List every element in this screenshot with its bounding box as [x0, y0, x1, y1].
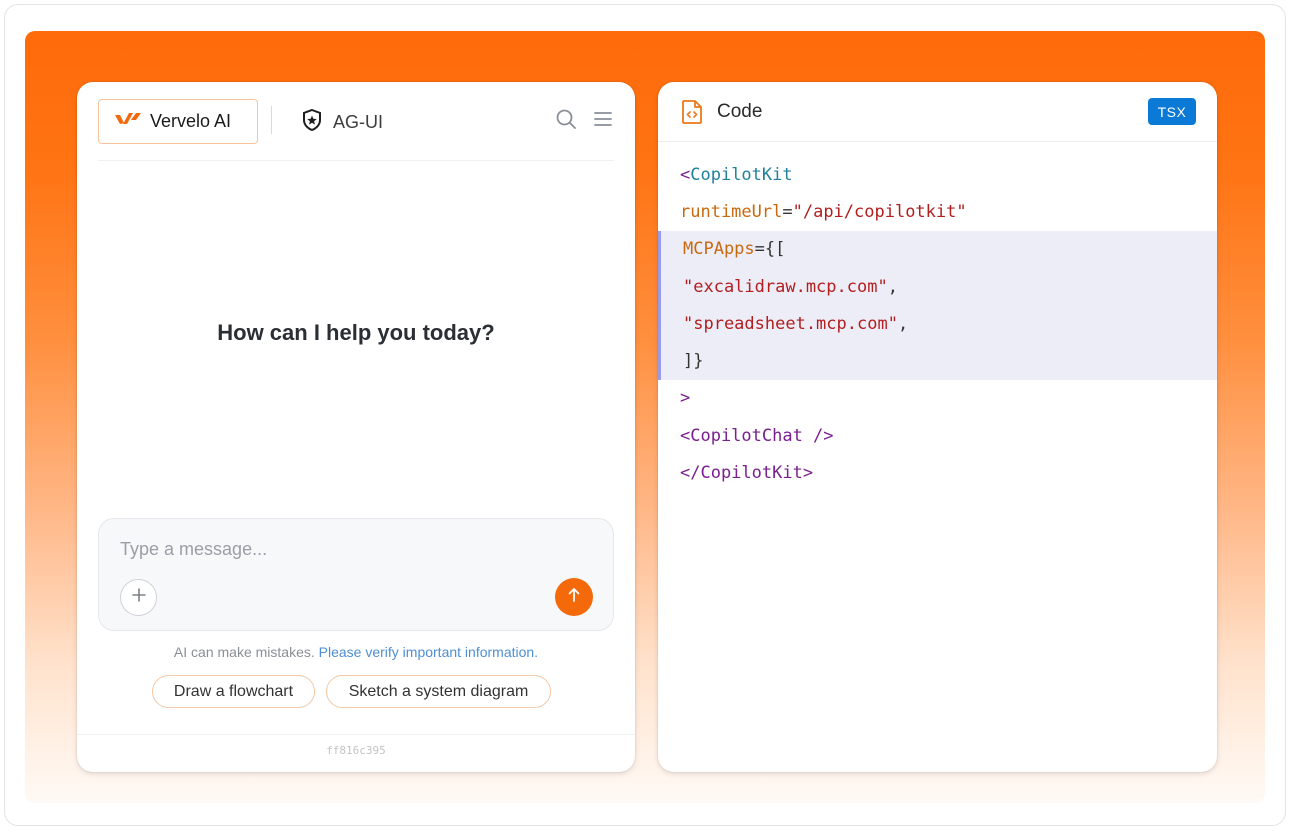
code-line: runtimeUrl = "/api/copilotkit" — [658, 193, 1217, 230]
code-line-highlighted: "excalidraw.mcp.com", — [658, 267, 1217, 306]
code-line: </CopilotKit> — [658, 454, 1217, 491]
plus-icon — [131, 587, 147, 608]
vervelo-logo-icon — [114, 111, 142, 132]
brand-label: Vervelo AI — [150, 111, 232, 131]
suggestion-draw-flowchart[interactable]: Draw a flowchart — [152, 675, 315, 708]
disclaimer-text: AI can make mistakes. — [173, 644, 315, 660]
header-divider — [271, 106, 272, 134]
code-line: <CopilotChat /> — [658, 417, 1217, 454]
disclaimer: AI can make mistakes. Please verify impo… — [77, 644, 635, 660]
attach-button[interactable] — [120, 579, 157, 616]
code-token: > — [680, 388, 691, 409]
brand-agui[interactable]: AG-UI — [301, 108, 383, 137]
code-token: , — [897, 313, 909, 334]
code-token: "spreadsheet.mcp.com" — [683, 313, 898, 334]
menu-button[interactable] — [591, 109, 615, 133]
brand-vervelo[interactable]: Vervelo AI — [98, 99, 258, 144]
verify-info-link[interactable]: Please verify important information. — [319, 644, 538, 660]
greeting-heading: How can I help you today? — [217, 320, 495, 345]
code-token: < — [680, 164, 691, 185]
send-button[interactable] — [555, 578, 593, 616]
agui-label: AG-UI — [333, 112, 384, 132]
code-line-highlighted: ]} — [658, 342, 1217, 380]
code-token: runtimeUrl — [680, 201, 783, 222]
code-token: </CopilotKit> — [680, 463, 814, 484]
menu-icon — [593, 110, 613, 133]
arrow-up-icon — [567, 587, 581, 608]
code-token: ]} — [683, 351, 704, 372]
code-panel: Code TSX < CopilotKit runtimeUrl = "/api/co… — [658, 82, 1217, 772]
code-token: = — [782, 201, 793, 222]
code-line: < CopilotKit — [658, 156, 1217, 193]
code-line-highlighted: MCPApps ={[ — [658, 230, 1217, 268]
code-token: "/api/copilotkit" — [792, 201, 967, 222]
search-button[interactable] — [554, 109, 578, 133]
code-token: "excalidraw.mcp.com" — [683, 276, 888, 297]
code-line-highlighted: "spreadsheet.mcp.com", — [658, 305, 1217, 343]
footer-rule — [77, 734, 635, 735]
message-composer — [98, 518, 614, 631]
chat-panel: Vervelo AI AG-UI How can I help you toda… — [77, 82, 635, 772]
code-header: Code TSX — [658, 82, 1217, 142]
code-token: MCPApps — [683, 239, 755, 260]
shield-star-icon — [301, 108, 323, 137]
code-token: ={[ — [754, 239, 786, 260]
language-badge: TSX — [1148, 98, 1196, 125]
build-hash: ff816c395 — [326, 744, 386, 757]
suggestion-sketch-system-diagram[interactable]: Sketch a system diagram — [326, 675, 551, 708]
code-token: , — [887, 276, 898, 297]
header-rule — [98, 160, 614, 161]
code-panel-title: Code — [717, 101, 763, 122]
message-input[interactable] — [120, 537, 590, 561]
search-icon — [555, 108, 577, 135]
code-file-icon — [680, 99, 704, 125]
code-token: <CopilotChat /> — [680, 425, 834, 446]
code-token: CopilotKit — [690, 164, 793, 185]
code-line: > — [658, 380, 1217, 417]
code-block: < CopilotKit runtimeUrl = "/api/copilotkit"… — [658, 156, 1217, 492]
